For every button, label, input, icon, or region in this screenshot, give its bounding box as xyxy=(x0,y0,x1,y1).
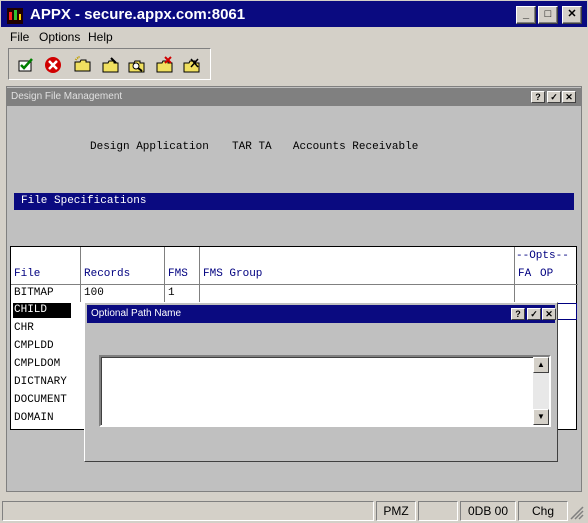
menu-help[interactable]: Help xyxy=(88,30,113,44)
col-records-header: Records xyxy=(84,268,131,280)
col-op-header: OP xyxy=(540,268,554,280)
cut-folder-icon[interactable] xyxy=(183,56,201,74)
help-icon: ? xyxy=(515,309,521,319)
status-message xyxy=(2,501,374,521)
dialog-help-button[interactable]: ? xyxy=(511,308,525,320)
close-icon: ✕ xyxy=(567,8,577,20)
scroll-down-icon[interactable]: ▼ xyxy=(533,409,549,425)
col-fms-group-header: FMS Group xyxy=(203,268,263,280)
app-name: Accounts Receivable xyxy=(292,141,419,153)
table-row-file[interactable]: CHR xyxy=(14,322,34,334)
child-window-title: Design File Management xyxy=(11,91,123,102)
optional-path-dialog: Optional Path Name ? ✓ ✕ ▲ ▼ xyxy=(84,302,558,462)
close-icon: ✕ xyxy=(545,309,553,319)
table-row-fms[interactable]: 1 xyxy=(168,287,175,299)
check-icon[interactable] xyxy=(17,56,35,74)
opts-header: --Opts-- xyxy=(516,250,569,262)
dialog-title: Optional Path Name xyxy=(91,308,182,319)
design-application-line: Design Application TAR TA Accounts Recei… xyxy=(90,141,418,153)
resize-grip-icon[interactable] xyxy=(570,506,584,520)
dialog-title-bar: Optional Path Name ? ✓ ✕ xyxy=(87,305,556,323)
menu-options[interactable]: Options xyxy=(39,30,80,44)
close-icon: ✕ xyxy=(565,92,573,102)
table-row-file[interactable]: CMPLDOM xyxy=(14,358,60,370)
child-ok-button[interactable]: ✓ xyxy=(547,91,561,103)
path-name-textarea[interactable]: ▲ ▼ xyxy=(99,355,551,427)
status-db: 0DB 00 xyxy=(460,501,516,521)
search-folder-icon[interactable] xyxy=(128,56,146,74)
status-user: PMZ xyxy=(376,501,416,521)
col-fms-header: FMS xyxy=(168,268,188,280)
dialog-close-button[interactable]: ✕ xyxy=(542,308,556,320)
vertical-scrollbar[interactable]: ▲ ▼ xyxy=(533,357,549,425)
maximize-button[interactable]: □ xyxy=(538,6,558,24)
table-row-file[interactable]: CHILD xyxy=(14,304,47,316)
dialog-ok-button[interactable]: ✓ xyxy=(527,308,541,320)
status-empty xyxy=(418,501,458,521)
table-row-file[interactable]: DOCUMENT xyxy=(14,394,67,406)
app-code: TAR TA xyxy=(232,141,272,153)
row-op-field[interactable] xyxy=(557,303,577,320)
status-mode: Chg xyxy=(518,501,568,521)
menu-bar: File Options Help xyxy=(0,28,588,46)
toolbar xyxy=(8,48,211,80)
appx-logo-icon xyxy=(7,8,23,24)
table-row-file[interactable]: DOMAIN xyxy=(14,412,54,424)
menu-file[interactable]: File xyxy=(10,30,29,44)
child-close-button[interactable]: ✕ xyxy=(562,91,576,103)
table-row-file[interactable]: BITMAP xyxy=(14,287,54,299)
delete-folder-icon[interactable] xyxy=(156,56,174,74)
help-icon: ? xyxy=(535,92,541,102)
minimize-icon: _ xyxy=(522,8,530,20)
child-title-bar: Design File Management ? ✓ ✕ xyxy=(7,88,581,106)
design-label: Design Application xyxy=(90,141,209,153)
window-title-bar: APPX - secure.appx.com:8061 _ □ ✕ xyxy=(0,0,588,28)
scroll-up-icon[interactable]: ▲ xyxy=(533,357,549,373)
table-row-file[interactable]: DICTNARY xyxy=(14,376,67,388)
maximize-icon: □ xyxy=(544,8,552,20)
table-row-file[interactable]: CMPLDD xyxy=(14,340,54,352)
table-row-records[interactable]: 100 xyxy=(84,287,104,299)
edit-folder-icon[interactable] xyxy=(102,56,120,74)
section-header: File Specifications xyxy=(14,193,574,210)
col-file-header: File xyxy=(14,268,41,280)
check-icon: ✓ xyxy=(550,92,558,102)
child-help-button[interactable]: ? xyxy=(531,91,545,103)
check-icon: ✓ xyxy=(530,309,538,319)
window-title: APPX - secure.appx.com:8061 xyxy=(30,6,246,23)
close-button[interactable]: ✕ xyxy=(562,6,582,24)
status-bar: PMZ 0DB 00 Chg xyxy=(0,498,588,523)
cancel-icon[interactable] xyxy=(44,56,62,74)
minimize-button[interactable]: _ xyxy=(516,6,536,24)
col-fa-header: FA xyxy=(518,268,532,280)
new-folder-icon[interactable] xyxy=(74,56,92,74)
